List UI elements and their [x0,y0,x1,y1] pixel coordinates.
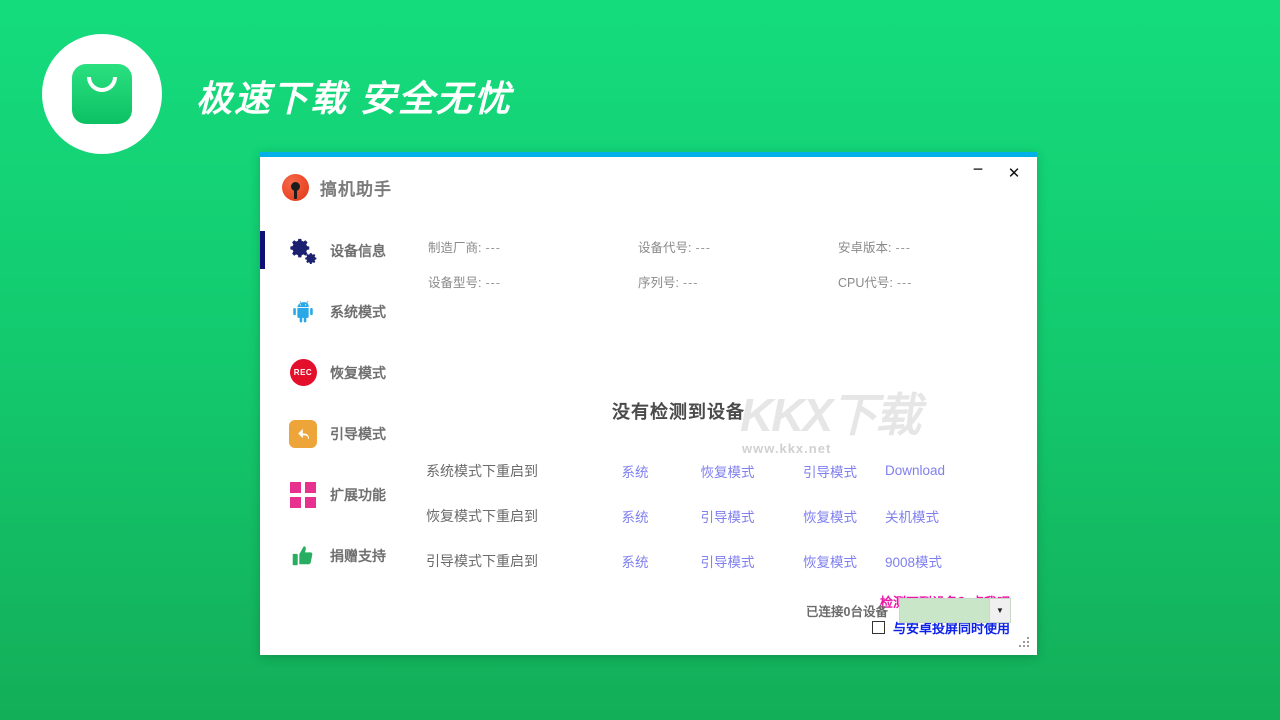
app-window: − ✕ 搞机助手 设备信息 系统模式 REC 恢复模式 引导模式 扩展功能 捐赠… [260,152,1037,655]
sidebar: 设备信息 系统模式 REC 恢复模式 引导模式 扩展功能 捐赠支持 [260,220,420,586]
sidebar-item-label: 系统模式 [330,303,386,320]
reboot-link-system[interactable]: 系统 [590,506,680,526]
window-controls: − ✕ [967,158,1025,188]
info-value: --- [682,276,699,290]
info-value: --- [485,276,501,290]
reboot-row-label: 引导模式下重启到 [426,552,538,569]
gear-icon [288,236,318,266]
device-info-model: 设备型号: --- [428,272,638,307]
thumbs-up-icon [288,541,318,571]
sidebar-item-label: 捐赠支持 [330,547,386,564]
info-value: --- [695,241,711,255]
resize-grip[interactable] [1018,637,1030,649]
back-arrow-icon [288,419,318,449]
info-key: 安卓版本: [838,241,892,255]
reboot-link-recovery[interactable]: 恢复模式 [775,551,885,571]
reboot-link-bootloader[interactable]: 引导模式 [680,506,775,526]
banner-title: 极速下载 安全无忧 [196,78,513,119]
sidebar-item-donate[interactable]: 捐赠支持 [260,525,420,586]
device-select[interactable]: ▼ [899,598,1011,623]
sidebar-item-label: 恢复模式 [330,364,386,381]
sidebar-item-system-mode[interactable]: 系统模式 [260,281,420,342]
reboot-link-download[interactable]: Download [885,463,945,478]
info-value: --- [896,276,913,290]
reboot-link-shutdown[interactable]: 关机模式 [885,506,939,526]
reboot-link-bootloader[interactable]: 引导模式 [680,551,775,571]
connected-count-label: 已连接0台设备 [806,605,888,619]
app-title: 搞机助手 [320,180,392,199]
reboot-link-9008[interactable]: 9008模式 [885,551,942,571]
device-info-serial: 序列号: --- [638,272,838,307]
grid-icon [288,480,318,510]
device-info-android-version: 安卓版本: --- [838,237,1028,272]
device-info-grid: 制造厂商: --- 设备代号: --- 安卓版本: --- 设备型号: --- 序列号:… [428,237,1028,307]
statusbar: 已连接0台设备 ▼ [806,598,1011,623]
app-logo-icon [282,174,309,201]
selected-indicator [260,231,265,269]
close-button[interactable]: ✕ [1003,162,1025,184]
reboot-row-system: 系统模式下重启到 系统 恢复模式 引导模式 Download [420,448,1037,493]
info-key: 设备代号: [638,241,692,255]
reboot-row-label: 恢复模式下重启到 [426,507,538,524]
device-info-cpu: CPU代号: --- [838,272,1028,307]
content-area: 制造厂商: --- 设备代号: --- 安卓版本: --- 设备型号: --- 序列号:… [420,220,1037,655]
promo-banner: 极速下载 安全无忧 [0,0,1280,154]
shopping-bag-icon [42,34,162,154]
window-titlebar [260,152,1037,157]
device-select-value[interactable] [900,599,989,622]
info-key: CPU代号: [838,276,893,290]
reboot-link-system[interactable]: 系统 [590,551,680,571]
sidebar-item-device-info[interactable]: 设备信息 [260,220,420,281]
info-key: 序列号: [638,276,679,290]
reboot-link-system[interactable]: 系统 [590,461,680,481]
reboot-row-recovery: 恢复模式下重启到 系统 引导模式 恢复模式 关机模式 [420,493,1037,538]
reboot-link-bootloader[interactable]: 引导模式 [775,461,885,481]
status-message: 没有检测到设备 [612,402,745,422]
sidebar-item-label: 设备信息 [330,242,386,259]
chevron-down-icon[interactable]: ▼ [989,599,1010,622]
info-key: 制造厂商: [428,241,482,255]
reboot-row-bootloader: 引导模式下重启到 系统 引导模式 恢复模式 9008模式 [420,538,1037,583]
device-info-codename: 设备代号: --- [638,237,838,272]
minimize-button[interactable]: − [967,158,989,188]
rec-icon: REC [288,358,318,388]
device-info-manufacturer: 制造厂商: --- [428,237,638,272]
sidebar-item-boot-mode[interactable]: 引导模式 [260,403,420,464]
reboot-actions: 系统模式下重启到 系统 恢复模式 引导模式 Download 恢复模式下重启到 … [420,448,1037,583]
app-title-row: 搞机助手 [282,174,392,201]
info-key: 设备型号: [428,276,482,290]
android-icon [288,297,318,327]
reboot-link-recovery[interactable]: 恢复模式 [680,461,775,481]
reboot-link-recovery[interactable]: 恢复模式 [775,506,885,526]
sidebar-item-label: 扩展功能 [330,486,386,503]
reboot-row-label: 系统模式下重启到 [426,462,538,479]
sidebar-item-label: 引导模式 [330,425,386,442]
info-value: --- [895,241,911,255]
info-value: --- [485,241,501,255]
sidebar-item-extensions[interactable]: 扩展功能 [260,464,420,525]
sidebar-item-recovery-mode[interactable]: REC 恢复模式 [260,342,420,403]
